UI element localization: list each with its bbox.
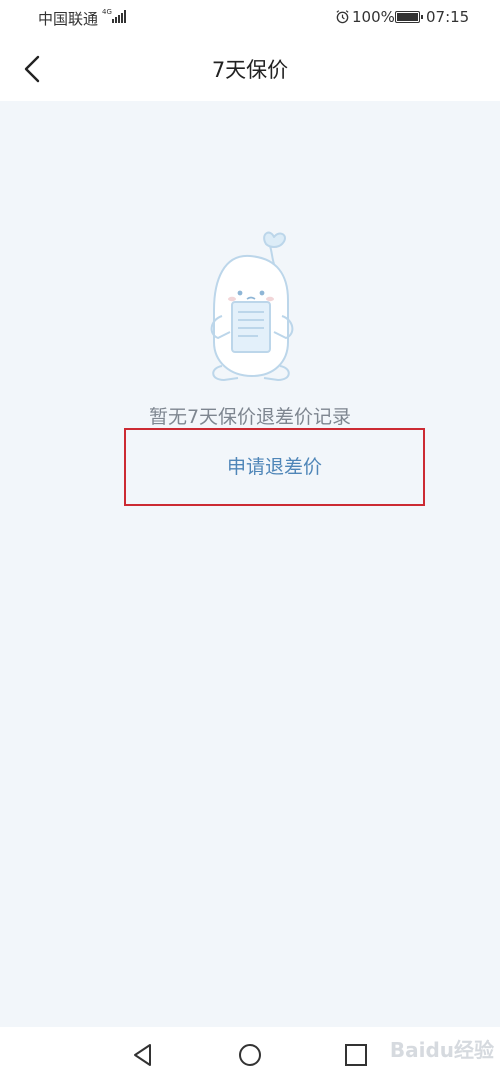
signal-icon [112, 10, 126, 23]
nav-back-icon[interactable] [129, 1041, 157, 1069]
page-title: 7天保价 [211, 58, 289, 82]
apply-price-refund-button[interactable]: 申请退差价 [124, 428, 425, 506]
network-type: 4G [102, 8, 112, 16]
baidu-jingyan-watermark: Baidu经验 [389, 1038, 494, 1062]
empty-record-mascot [210, 231, 294, 381]
nav-recents-icon[interactable] [342, 1041, 370, 1069]
status-time: 07:15 [426, 8, 470, 26]
empty-state-message: 暂无7天保价退差价记录 [148, 406, 352, 428]
battery-percent: 100% [352, 8, 395, 26]
apply-price-refund-label: 申请退差价 [226, 456, 322, 478]
nav-bar: 7天保价 [0, 34, 500, 101]
alarm-icon [336, 10, 349, 24]
battery-icon [395, 11, 423, 23]
nav-home-icon[interactable] [236, 1041, 264, 1069]
status-bar: 中国联通 4G 100% 07:15 [0, 0, 500, 34]
carrier-name: 中国联通 [38, 10, 99, 28]
